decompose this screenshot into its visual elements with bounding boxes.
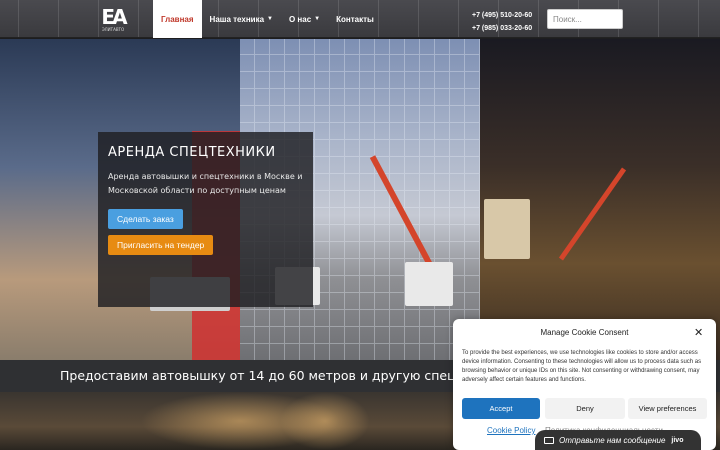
phone-link-2[interactable]: +7 (985) 033-20-60 <box>472 22 532 35</box>
deny-button[interactable]: Deny <box>545 398 625 419</box>
chat-label: Отправьте нам сообщение <box>559 435 666 445</box>
phone-link-1[interactable]: +7 (495) 510-20-60 <box>472 9 532 22</box>
mail-icon <box>544 436 554 444</box>
site-header: EA ЭЛИТАВТО Главная Наша техника ▼ О нас ▼… <box>0 0 720 38</box>
logo-mark: EA <box>101 4 127 29</box>
nav-item-contacts[interactable]: Контакты <box>328 0 382 38</box>
truck-image <box>484 199 530 259</box>
lift-boom-image <box>558 167 627 261</box>
tagline-text: Предоставим автовышку от 14 до 60 метров… <box>60 368 456 383</box>
search-input[interactable] <box>547 9 623 29</box>
road-light <box>280 392 370 450</box>
caret-down-icon: ▼ <box>314 16 321 22</box>
close-icon[interactable]: ✕ <box>694 326 703 339</box>
nav-item-label: Главная <box>161 14 194 24</box>
nav-item-label: О нас <box>288 14 312 24</box>
order-button[interactable]: Сделать заказ <box>108 209 183 229</box>
nav-item-home[interactable]: Главная <box>153 0 202 38</box>
view-preferences-button[interactable]: View preferences <box>628 398 707 419</box>
nav-item-equipment[interactable]: Наша техника ▼ <box>202 0 281 38</box>
cookie-policy-link[interactable]: Cookie Policy <box>487 426 535 435</box>
hero-title: АРЕНДА СПЕЦТЕХНИКИ <box>108 145 276 160</box>
tender-button[interactable]: Пригласить на тендер <box>108 235 214 255</box>
hero-banner: АРЕНДА СПЕЦТЕХНИКИ Аренда автовышки и сп… <box>0 39 720 360</box>
nav-item-about[interactable]: О нас ▼ <box>281 0 328 38</box>
site-logo[interactable]: EA ЭЛИТАВТО <box>98 4 128 34</box>
hero-description: Аренда автовышки и спецтехники в Москве … <box>108 172 303 195</box>
phone-numbers: +7 (495) 510-20-60 +7 (985) 033-20-60 <box>472 9 532 35</box>
cookie-text: To provide the best experiences, we use … <box>462 350 702 383</box>
main-nav: Главная Наша техника ▼ О нас ▼ Контакты <box>153 0 382 38</box>
hero-card: АРЕНДА СПЕЦТЕХНИКИ Аренда автовышки и сп… <box>98 132 313 307</box>
hero-photo-right <box>480 39 720 360</box>
chat-brand: jivo <box>671 436 684 444</box>
truck-image <box>405 262 453 306</box>
nav-item-label: Наша техника <box>209 14 265 24</box>
logo-subtitle: ЭЛИТАВТО <box>101 26 125 32</box>
nav-item-label: Контакты <box>336 14 374 24</box>
accept-button[interactable]: Accept <box>462 398 540 419</box>
caret-down-icon: ▼ <box>267 16 273 22</box>
chat-widget[interactable]: Отправьте нам сообщение jivo <box>535 430 701 450</box>
cookie-title: Manage Cookie Consent <box>540 328 629 337</box>
